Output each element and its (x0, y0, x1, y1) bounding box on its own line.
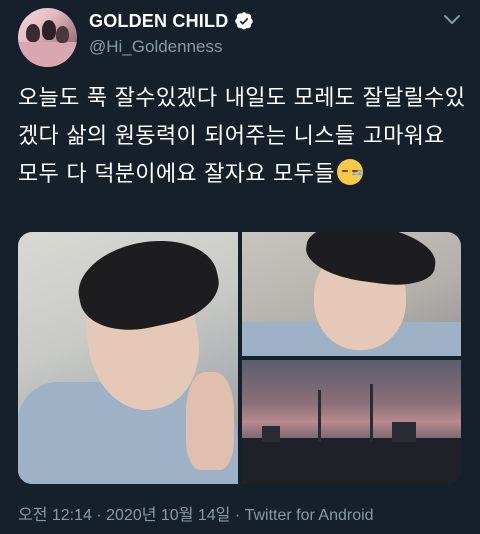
photo-skyline (242, 438, 461, 484)
avatar-figure (26, 24, 40, 42)
avatar-background (18, 42, 77, 67)
photo-selfie-main[interactable] (18, 232, 238, 484)
verified-badge-icon (235, 12, 253, 30)
author-handle[interactable]: @Hi_Goldenness (89, 37, 223, 57)
photo-city-sunset[interactable] (242, 360, 461, 484)
tweet-text-content: 오늘도 푹 잘수있겠다 내일도 모레도 잘달릴수있겠다 삶의 원동력이 되어주는… (18, 86, 466, 187)
avatar-figure (42, 20, 56, 40)
author-name[interactable]: GOLDEN CHILD (89, 11, 228, 32)
sleeping-face-emoji-icon: zz (336, 159, 363, 185)
photo-building (392, 422, 416, 442)
tweet-text: 오늘도 푹 잘수있겠다 내일도 모레도 잘달릴수있겠다 삶의 원동력이 되어주는… (18, 80, 470, 194)
media-grid (18, 232, 461, 484)
photo-thumbs-up (186, 372, 234, 470)
photo-selfie-second[interactable] (242, 232, 461, 356)
tweet-timestamp[interactable]: 오전 12:14 · 2020년 10월 14일 · Twitter for A… (18, 501, 374, 525)
chevron-down-icon[interactable] (443, 14, 461, 26)
photo-tower (318, 390, 321, 442)
avatar-figure (56, 26, 69, 43)
photo-tower (370, 384, 373, 442)
author-avatar[interactable] (18, 8, 77, 67)
photo-building (262, 426, 280, 442)
